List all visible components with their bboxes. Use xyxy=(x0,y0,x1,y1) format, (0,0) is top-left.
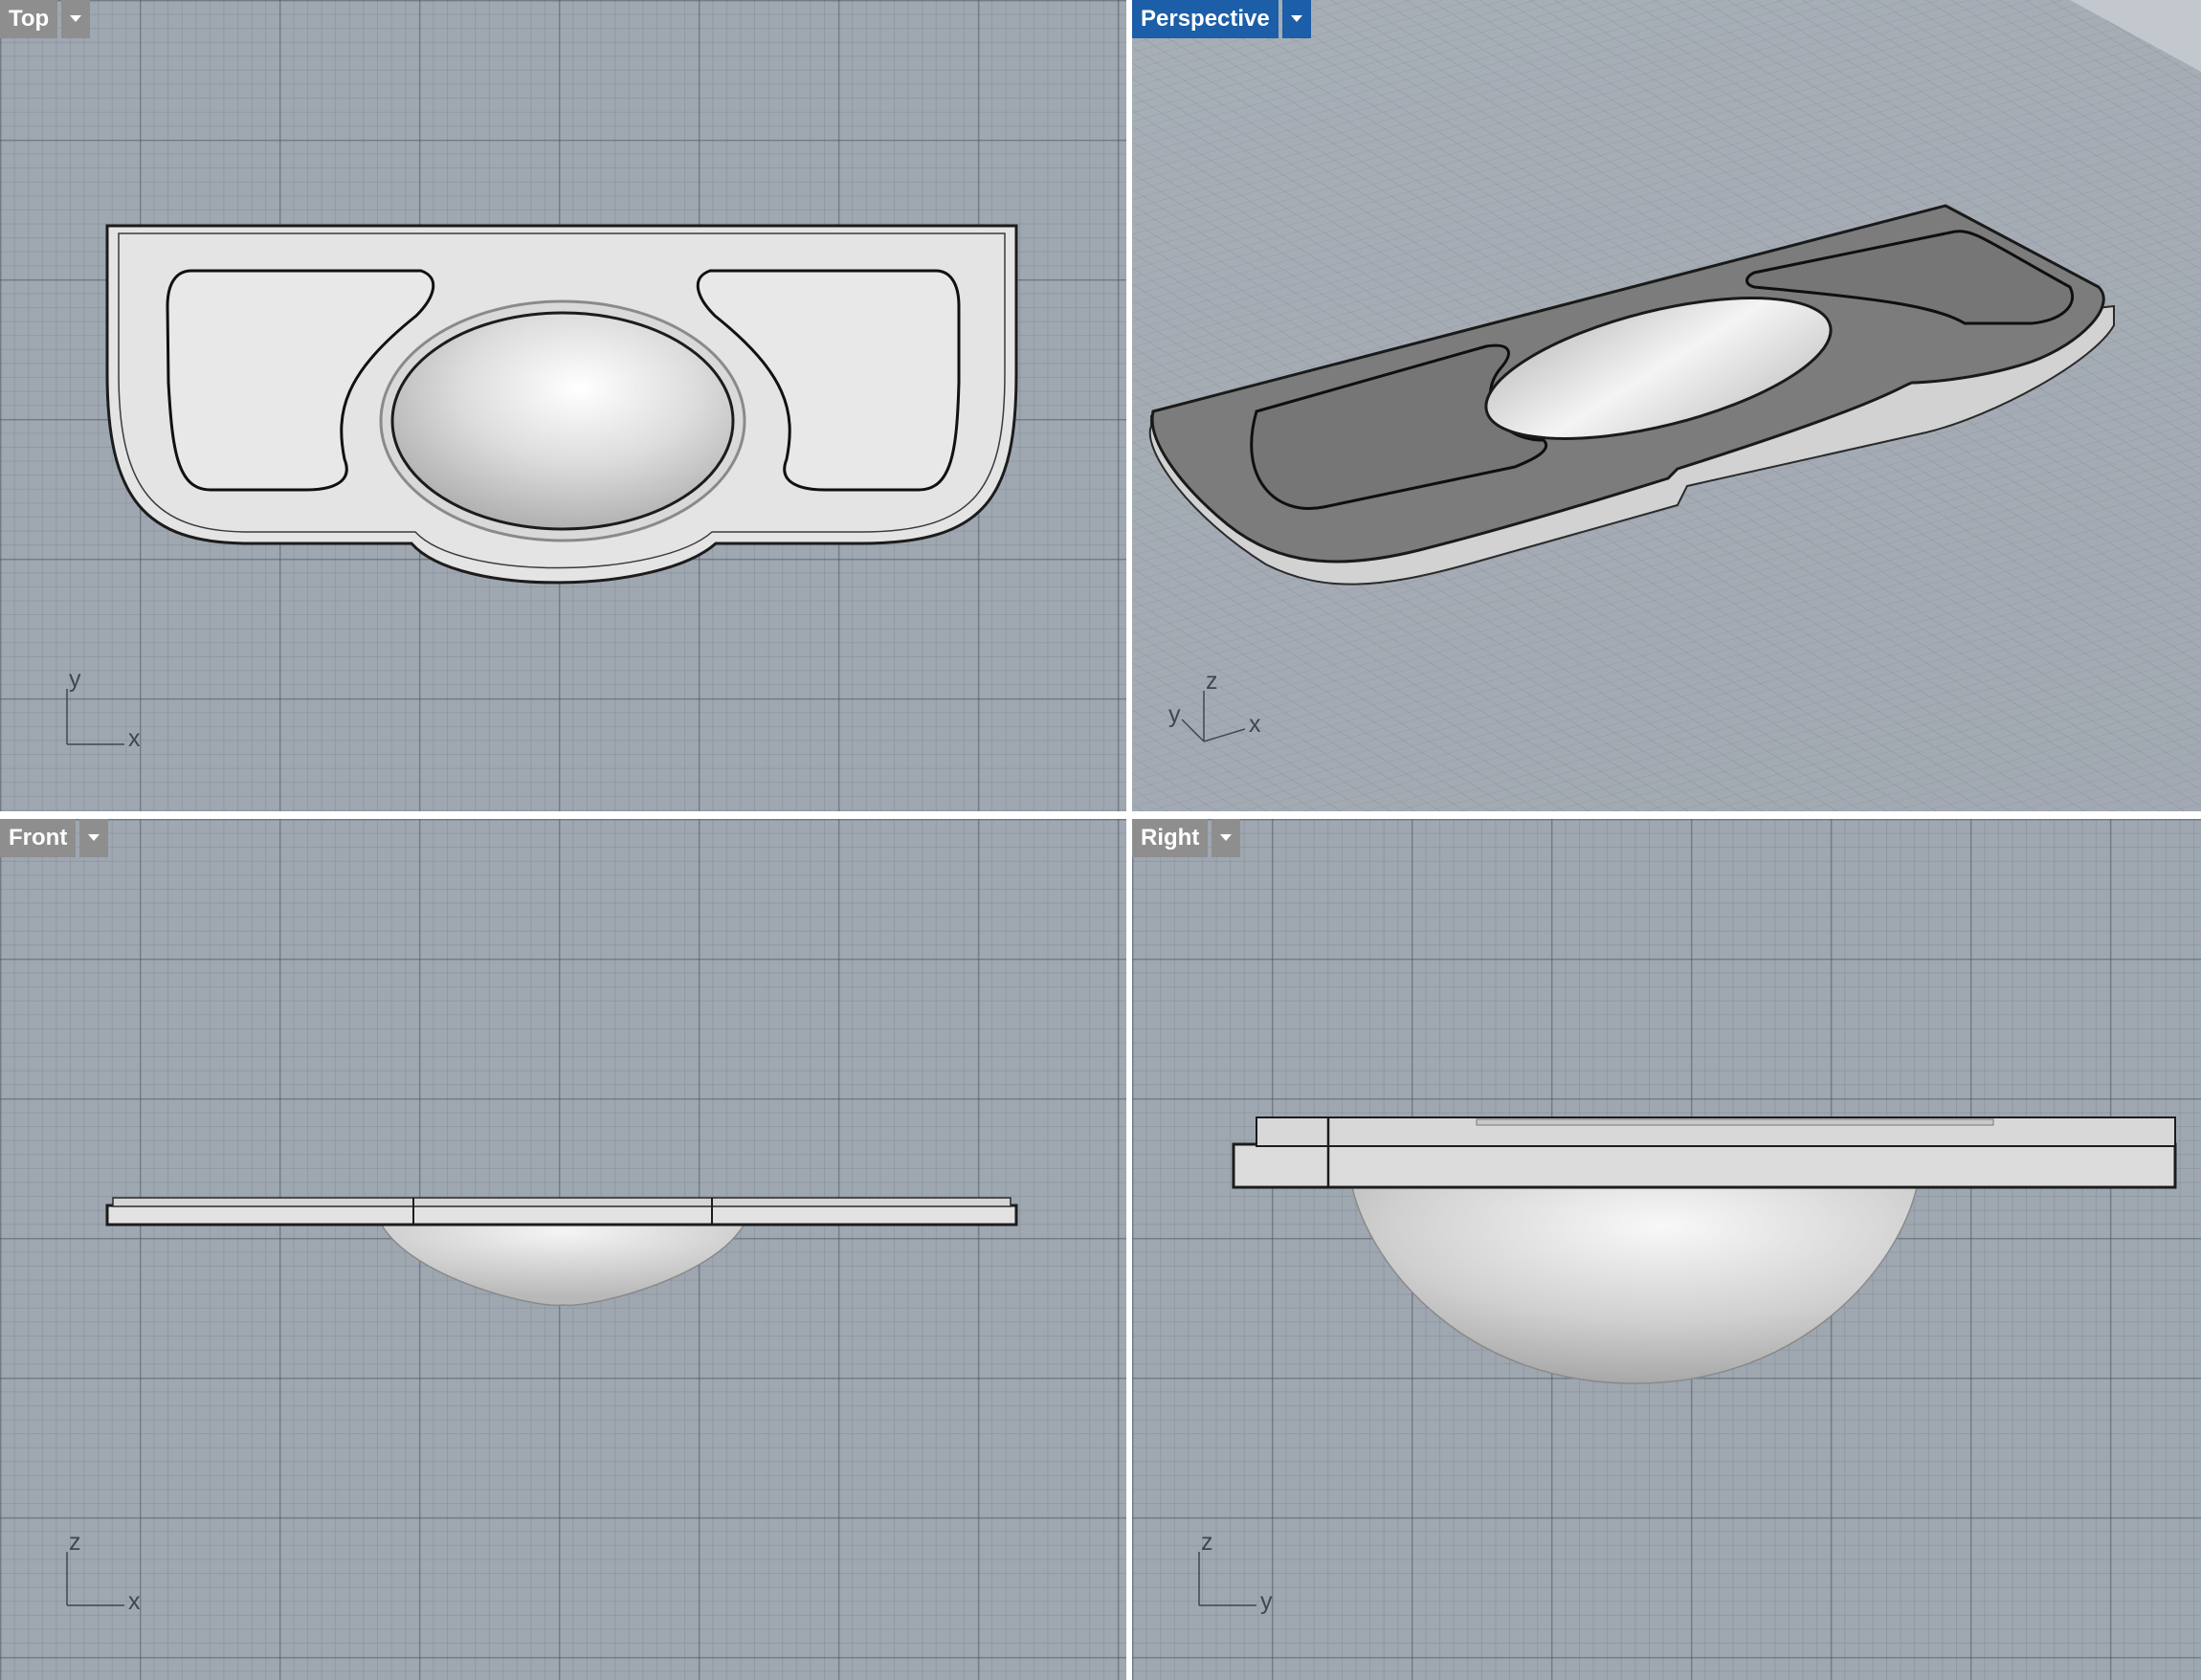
viewport-right-title[interactable]: Right xyxy=(1132,819,1209,857)
front-view-model: z x xyxy=(66,1197,1018,1615)
axis-indicator: y x xyxy=(66,666,141,752)
basin-bowl xyxy=(1351,1186,1918,1384)
viewport-perspective-tab: Perspective xyxy=(1132,0,1311,38)
axis-label-y: y xyxy=(69,666,81,693)
axis-label-x: x xyxy=(128,1588,141,1615)
viewport-right-tab: Right xyxy=(1132,819,1241,857)
chevron-down-icon xyxy=(1290,15,1302,22)
viewport-top-tab: Top xyxy=(0,0,91,38)
axis-label-x: x xyxy=(1249,711,1261,738)
basin-bowl xyxy=(379,1223,746,1307)
slab-profile xyxy=(1232,1142,2177,1189)
chevron-down-icon xyxy=(88,834,100,841)
chevron-down-icon xyxy=(1220,834,1233,841)
viewport-front[interactable]: Front z x xyxy=(0,819,1126,1680)
viewport-front-title[interactable]: Front xyxy=(0,819,77,857)
perspective-view-model: z y x xyxy=(1132,0,2201,811)
axis-indicator: z y xyxy=(1198,1529,1273,1615)
axis-label-y: y xyxy=(1260,1588,1273,1615)
axis-label-z: z xyxy=(1201,1529,1213,1556)
axis-label-y: y xyxy=(1168,701,1181,728)
right-view-model: z y xyxy=(1198,1116,2177,1615)
axis-label-x: x xyxy=(128,725,141,752)
viewport-perspective[interactable]: Perspective z y x xyxy=(1132,0,2201,811)
axis-label-z: z xyxy=(69,1529,81,1556)
top-view-model: y x xyxy=(66,224,1018,752)
viewport-top[interactable]: Top y x xyxy=(0,0,1126,811)
axis-indicator: z x xyxy=(66,1529,141,1615)
viewport-front-menu-button[interactable] xyxy=(79,819,109,857)
viewport-top-title[interactable]: Top xyxy=(0,0,58,38)
slab-profile xyxy=(105,1204,1018,1227)
axis-label-z: z xyxy=(1206,668,1218,695)
viewport-right-menu-button[interactable] xyxy=(1212,819,1241,857)
viewport-perspective-menu-button[interactable] xyxy=(1281,0,1311,38)
viewport-front-tab: Front xyxy=(0,819,109,857)
basin-bowl xyxy=(390,311,735,531)
chevron-down-icon xyxy=(70,15,82,22)
viewport-top-menu-button[interactable] xyxy=(61,0,91,38)
viewport-perspective-title[interactable]: Perspective xyxy=(1132,0,1278,38)
viewport-right[interactable]: Right z y xyxy=(1132,819,2201,1680)
